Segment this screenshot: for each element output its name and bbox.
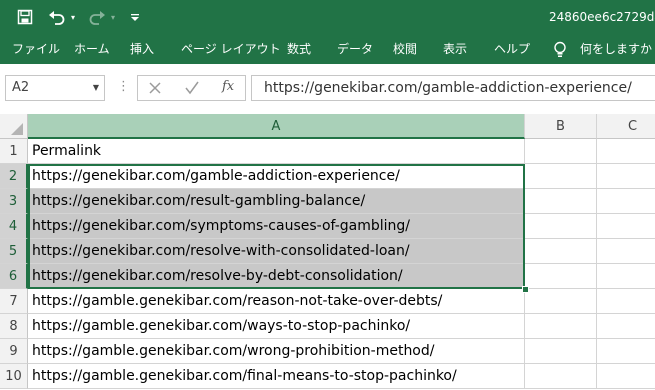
row-header-1[interactable]: 1 (0, 139, 28, 164)
name-box-value: A2 (12, 80, 30, 95)
row-header-9[interactable]: 9 (0, 339, 28, 364)
cell-b9[interactable] (525, 339, 597, 364)
undo-dropdown-icon[interactable]: ▾ (68, 0, 78, 34)
column-header-a[interactable]: A (28, 114, 525, 139)
formula-buttons: fx (137, 75, 246, 101)
ribbon-tabs: ファイル ホーム 挿入 ページ レイアウト 数式 データ 校閲 表示 ヘルプ 何… (0, 34, 655, 64)
customize-qat-icon[interactable] (128, 0, 142, 34)
row-header-6[interactable]: 6 (0, 264, 28, 289)
cell-b4[interactable] (525, 214, 597, 239)
formula-bar: A2 ▼ ⋮ fx https://genekibar.com/gamble-a… (0, 64, 655, 114)
insert-function-icon[interactable]: fx (222, 79, 234, 94)
undo-icon[interactable] (46, 0, 68, 34)
row-header-10[interactable]: 10 (0, 364, 28, 389)
tab-home[interactable]: ホーム (74, 34, 110, 64)
tell-me-search[interactable]: 何をしますか (580, 34, 652, 64)
cell-c9[interactable] (597, 339, 655, 364)
title-bar: ▾ ▾ 24860ee6c2729d4c (0, 0, 655, 34)
name-box[interactable]: A2 ▼ (5, 75, 105, 101)
column-header-c[interactable]: C (597, 114, 655, 139)
cell-c5[interactable] (597, 239, 655, 264)
tab-data[interactable]: データ (337, 34, 373, 64)
tab-insert[interactable]: 挿入 (130, 34, 154, 64)
tab-formulas[interactable]: 数式 (287, 34, 311, 64)
cell-c4[interactable] (597, 214, 655, 239)
tab-review[interactable]: 校閲 (393, 34, 417, 64)
cell-a10[interactable]: https://gamble.genekibar.com/final-means… (28, 364, 525, 389)
cell-b1[interactable] (525, 139, 597, 164)
tab-page-layout[interactable]: ページ レイアウト (181, 34, 281, 64)
cell-c6[interactable] (597, 264, 655, 289)
cell-c3[interactable] (597, 189, 655, 214)
cell-b8[interactable] (525, 314, 597, 339)
enter-icon[interactable] (184, 79, 200, 101)
cell-a7[interactable]: https://gamble.genekibar.com/reason-not-… (28, 289, 525, 314)
cell-b5[interactable] (525, 239, 597, 264)
fill-handle[interactable] (522, 286, 529, 293)
cell-a2[interactable]: https://genekibar.com/gamble-addiction-e… (28, 164, 525, 189)
column-header-b[interactable]: B (525, 114, 597, 139)
row-header-4[interactable]: 4 (0, 214, 28, 239)
tab-view[interactable]: 表示 (443, 34, 467, 64)
redo-dropdown-icon[interactable]: ▾ (108, 0, 118, 34)
more-options-icon[interactable]: ⋮ (117, 79, 130, 94)
cell-c1[interactable] (597, 139, 655, 164)
cell-c2[interactable] (597, 164, 655, 189)
row-header-7[interactable]: 7 (0, 289, 28, 314)
worksheet-grid: A B C 1 Permalink 2 https://genekibar.co… (0, 114, 655, 390)
cell-c7[interactable] (597, 289, 655, 314)
redo-icon[interactable] (86, 0, 108, 34)
select-all-button[interactable] (0, 114, 28, 139)
cell-a4[interactable]: https://genekibar.com/symptoms-causes-of… (28, 214, 525, 239)
cell-c10[interactable] (597, 364, 655, 389)
cell-b7[interactable] (525, 289, 597, 314)
chevron-down-icon[interactable]: ▼ (93, 76, 99, 100)
cell-b3[interactable] (525, 189, 597, 214)
row-header-5[interactable]: 5 (0, 239, 28, 264)
cell-a1[interactable]: Permalink (28, 139, 525, 164)
cell-a6[interactable]: https://genekibar.com/resolve-by-debt-co… (28, 264, 525, 289)
formula-input[interactable]: https://genekibar.com/gamble-addiction-e… (251, 75, 655, 101)
row-header-2[interactable]: 2 (0, 164, 28, 189)
row-header-8[interactable]: 8 (0, 314, 28, 339)
cell-b10[interactable] (525, 364, 597, 389)
lightbulb-icon[interactable] (553, 40, 567, 58)
cell-a9[interactable]: https://gamble.genekibar.com/wrong-prohi… (28, 339, 525, 364)
cell-a8[interactable]: https://gamble.genekibar.com/ways-to-sto… (28, 314, 525, 339)
save-icon[interactable] (14, 0, 36, 34)
tab-help[interactable]: ヘルプ (494, 34, 530, 64)
cell-a3[interactable]: https://genekibar.com/result-gambling-ba… (28, 189, 525, 214)
tab-file[interactable]: ファイル (12, 34, 60, 64)
cell-b6[interactable] (525, 264, 597, 289)
cell-a5[interactable]: https://genekibar.com/resolve-with-conso… (28, 239, 525, 264)
file-name: 24860ee6c2729d4c (549, 10, 655, 24)
cancel-icon[interactable] (148, 79, 162, 101)
cell-b2[interactable] (525, 164, 597, 189)
cell-c8[interactable] (597, 314, 655, 339)
row-header-3[interactable]: 3 (0, 189, 28, 214)
